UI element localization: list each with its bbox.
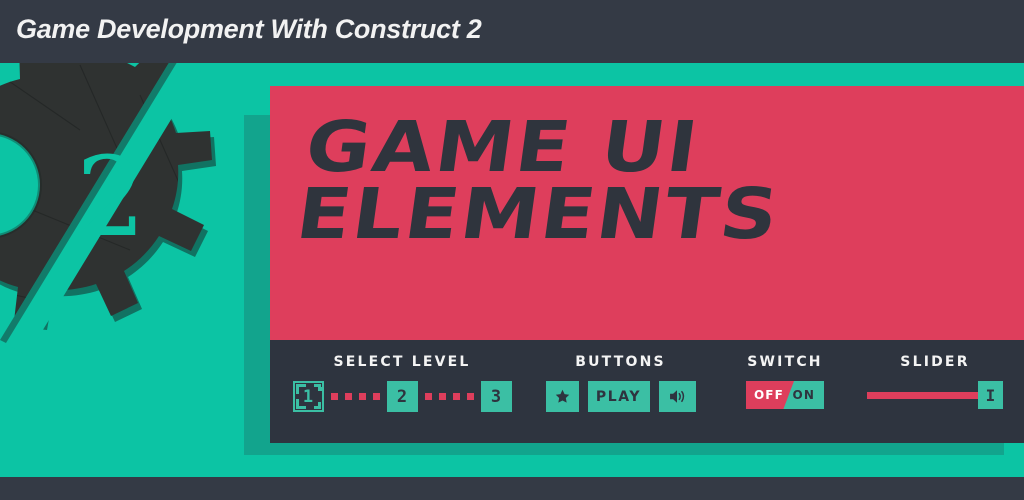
dot-icon	[424, 393, 432, 400]
level-box-3-value: 3	[490, 386, 502, 407]
level-connector-dots	[330, 393, 380, 400]
slider-control[interactable]: I	[867, 381, 1003, 409]
dot-icon	[344, 393, 352, 400]
level-box-3[interactable]: 3	[480, 381, 512, 412]
dot-icon	[438, 393, 446, 400]
button-row: PLAY	[538, 381, 703, 412]
slider-label: SLIDER	[900, 354, 970, 370]
hero-title: GAME UI ELEMENTS	[291, 106, 786, 255]
switch-on-label[interactable]: ON	[793, 381, 815, 409]
select-level-label: SELECT LEVEL	[333, 354, 471, 370]
dot-icon	[452, 393, 460, 400]
dot-icon	[330, 393, 338, 400]
level-box-2-value: 2	[396, 386, 408, 407]
ui-controls-panel: SELECT LEVEL 1 2 3 BUTTONS PLAY SWITCH O…	[270, 340, 1024, 443]
toggle-switch[interactable]: OFF ON	[746, 381, 824, 409]
play-button[interactable]: PLAY	[587, 381, 650, 412]
corner-bracket-icon	[313, 384, 321, 391]
switch-off-label[interactable]: OFF	[754, 381, 784, 409]
speaker-icon	[667, 388, 687, 405]
page-footer	[0, 477, 1024, 500]
switch-label: SWITCH	[747, 354, 823, 370]
level-box-1[interactable]: 1	[292, 381, 324, 412]
logo-digit: 2	[76, 133, 146, 261]
sound-button[interactable]	[658, 381, 696, 412]
dot-icon	[358, 393, 366, 400]
buttons-group: BUTTONS PLAY	[538, 354, 703, 412]
slider-handle[interactable]: I	[978, 381, 1003, 409]
favorite-button[interactable]	[545, 381, 579, 412]
corner-bracket-icon	[313, 402, 321, 409]
level-box-2[interactable]: 2	[386, 381, 418, 412]
slider-group: SLIDER I	[862, 354, 1008, 409]
construct-2-logo: 2	[0, 63, 230, 385]
dot-icon	[466, 393, 474, 400]
slider-handle-label: I	[985, 385, 996, 405]
dot-icon	[372, 393, 380, 400]
page-title: Game Development With Construct 2	[16, 14, 482, 44]
page-header: Game Development With Construct 2	[0, 0, 1024, 63]
play-button-label: PLAY	[595, 388, 642, 405]
level-selector: 1 2 3	[292, 381, 512, 412]
switch-group: SWITCH OFF ON	[730, 354, 840, 409]
level-box-1-value: 1	[302, 386, 314, 407]
main-canvas: 2 GAME UI ELEMENTS SELECT LEVEL 1 2 3 BU…	[0, 63, 1024, 477]
star-icon	[554, 388, 571, 405]
hero-banner: GAME UI ELEMENTS	[270, 86, 1024, 340]
screenshot-root: Game Development With Construct 2 2 GAME…	[0, 0, 1024, 500]
slider-track[interactable]	[867, 392, 991, 399]
select-level-group: SELECT LEVEL 1 2 3	[292, 354, 512, 412]
buttons-label: BUTTONS	[575, 354, 666, 370]
level-connector-dots	[424, 393, 474, 400]
